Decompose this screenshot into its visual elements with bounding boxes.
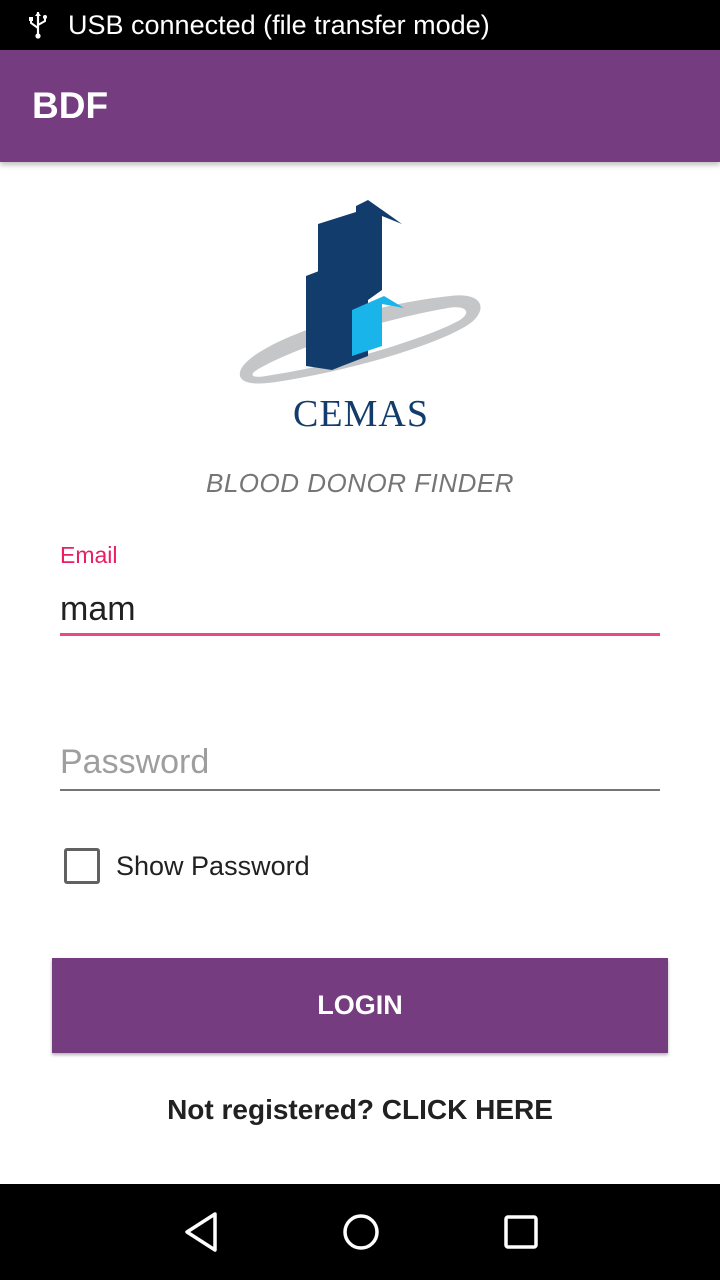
email-label: Email xyxy=(60,542,118,568)
status-bar: USB connected (file transfer mode) xyxy=(0,0,720,50)
show-password-label: Show Password xyxy=(116,850,310,881)
password-field[interactable] xyxy=(60,736,660,791)
login-button[interactable]: LOGIN xyxy=(52,958,668,1053)
app-subtitle: BLOOD DONOR FINDER xyxy=(205,468,515,498)
navigation-bar xyxy=(0,1184,720,1280)
back-triangle-icon[interactable] xyxy=(174,1204,230,1260)
app-title: BDF xyxy=(32,85,109,126)
status-text: USB connected (file transfer mode) xyxy=(68,9,490,40)
app-bar: BDF xyxy=(0,50,720,162)
logo-text: CEMAS xyxy=(293,393,429,435)
register-link[interactable]: Not registered? CLICK HERE xyxy=(0,1094,720,1126)
email-field[interactable] xyxy=(60,586,660,636)
home-circle-icon[interactable] xyxy=(333,1204,389,1260)
show-password-checkbox[interactable] xyxy=(64,848,100,884)
usb-icon xyxy=(29,12,47,39)
show-password-toggle[interactable]: Show Password xyxy=(64,848,310,884)
recents-square-icon[interactable] xyxy=(493,1204,549,1260)
